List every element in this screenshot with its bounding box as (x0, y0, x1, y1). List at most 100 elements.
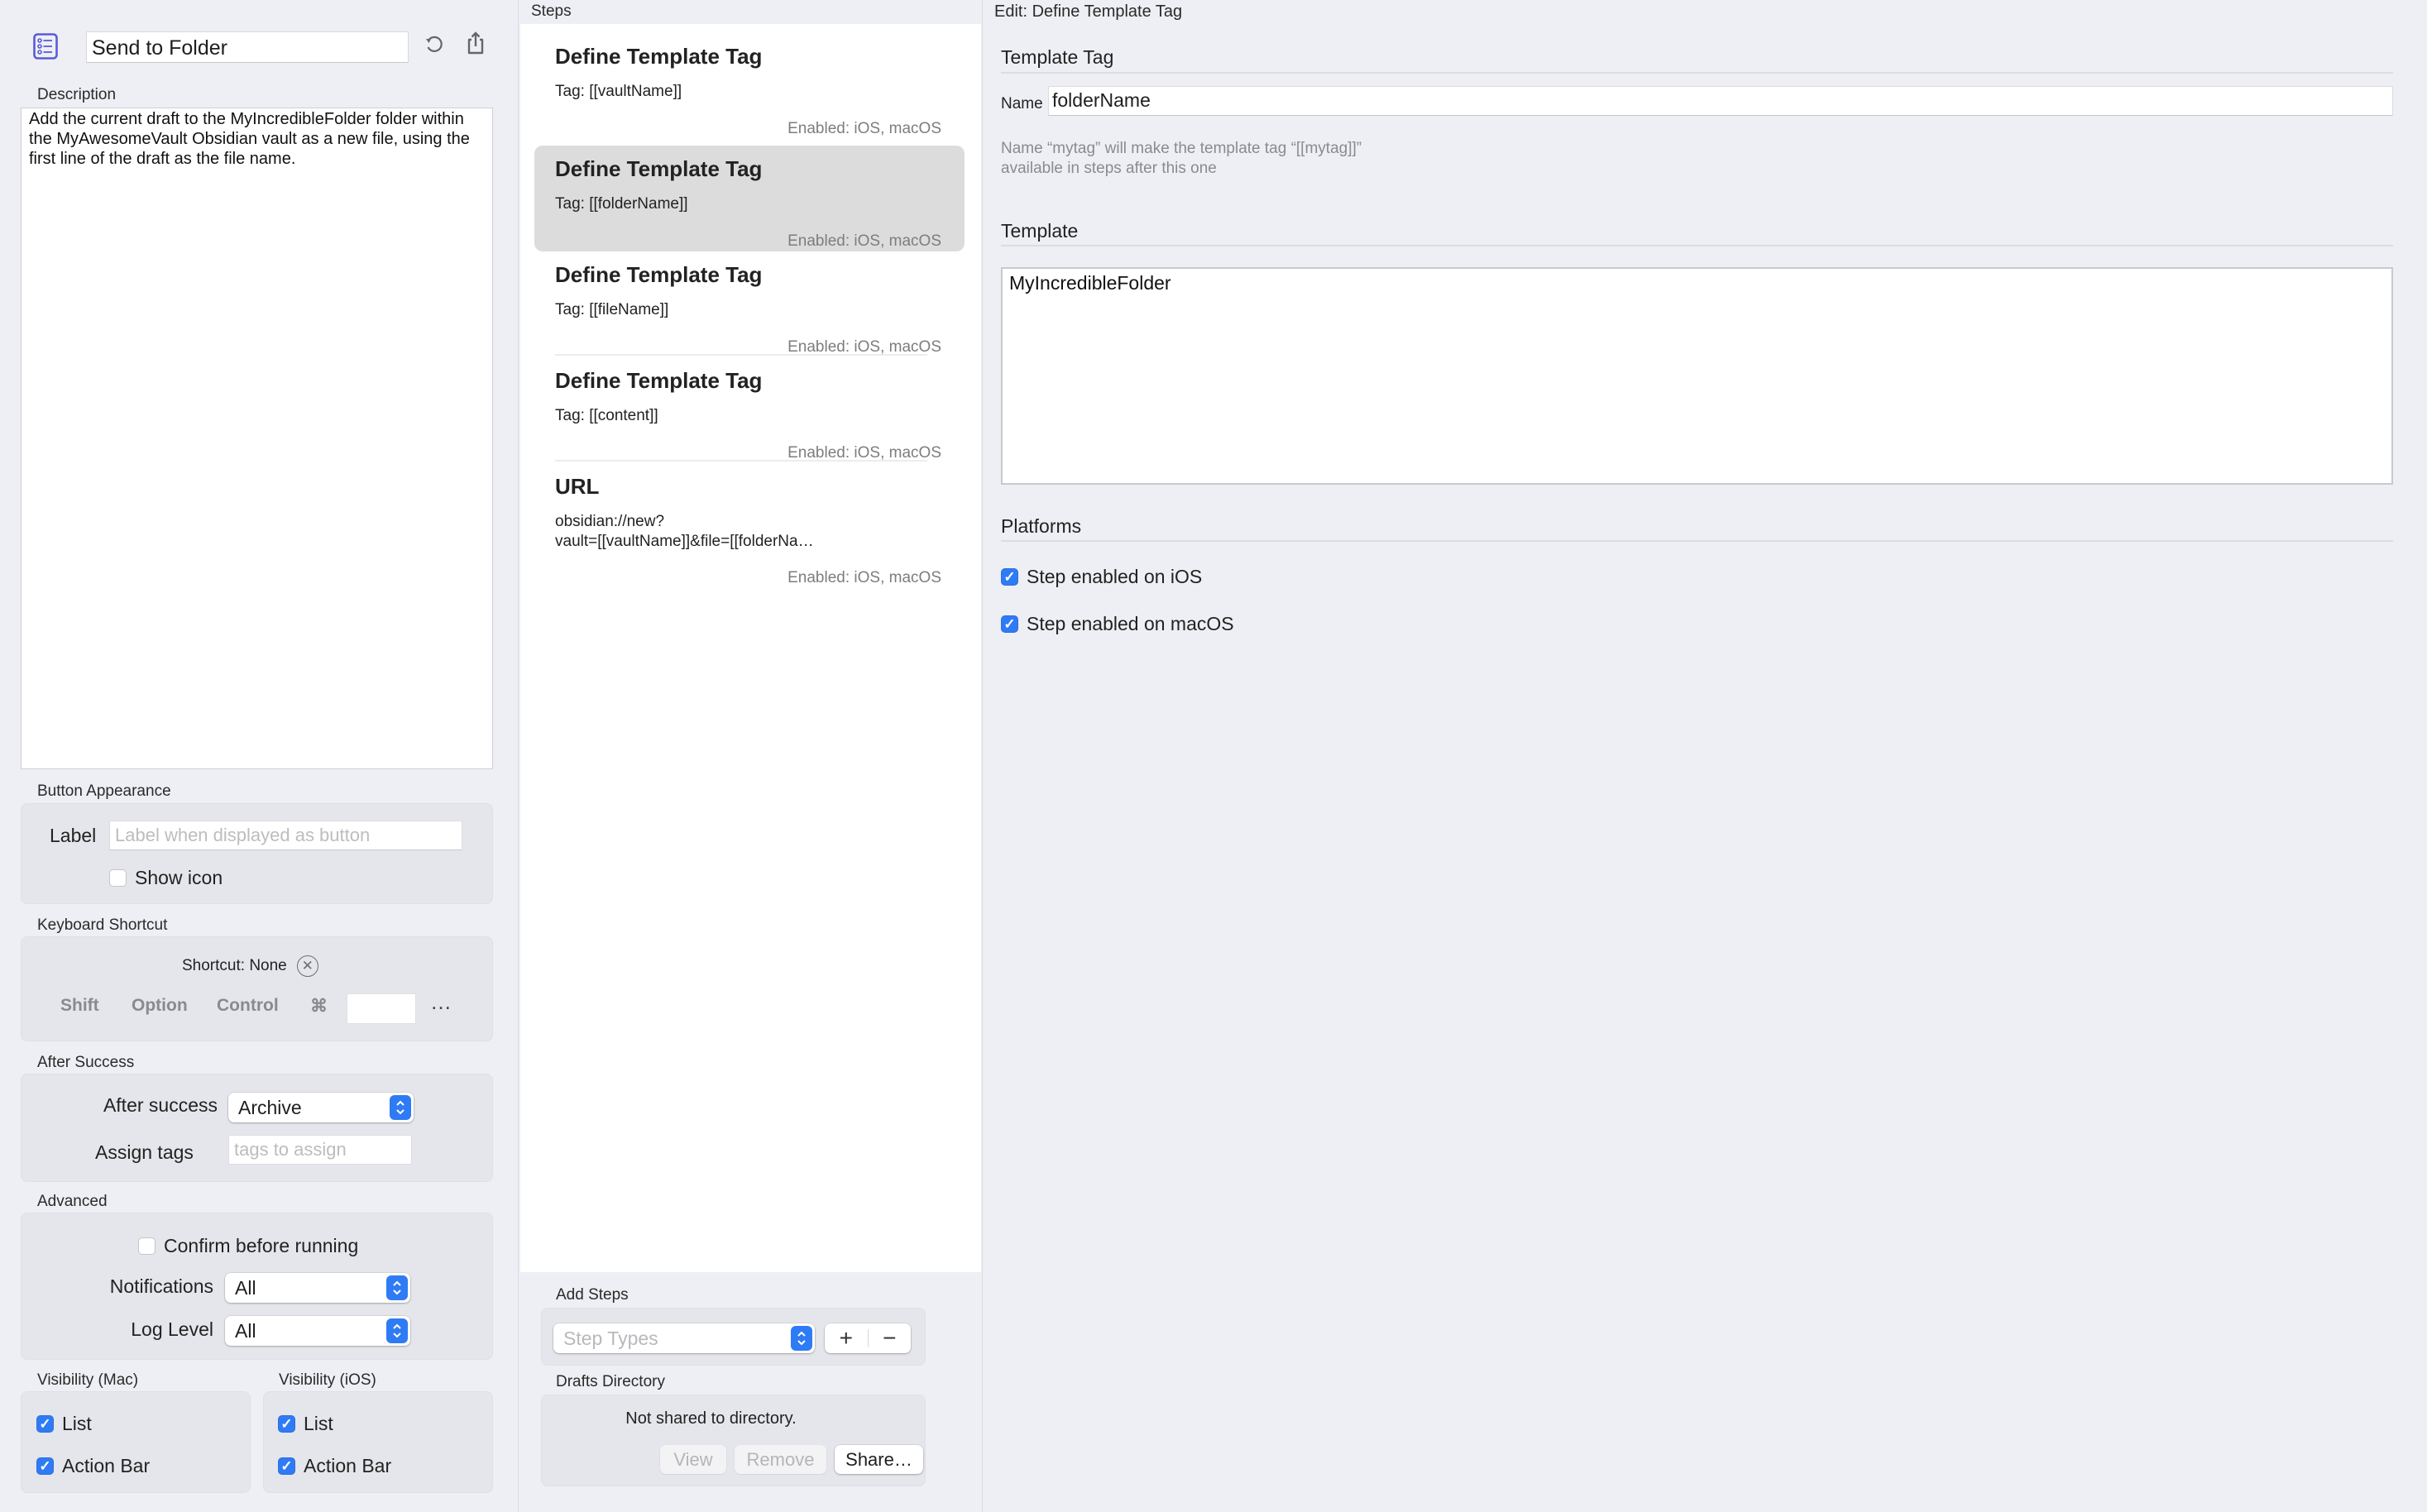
editor-title: Edit: Define Template Tag (994, 2, 1183, 21)
confirm-before-running-checkbox[interactable] (138, 1237, 156, 1255)
after-success-group (21, 1074, 493, 1182)
steps-list[interactable]: Define Template Tag Tag: [[vaultName]] E… (520, 24, 981, 1272)
remove-step-button[interactable]: − (869, 1323, 912, 1353)
chevron-updown-icon (390, 1095, 411, 1120)
list-icon[interactable] (33, 33, 58, 60)
visibility-ios-actionbar-row[interactable]: Action Bar (278, 1455, 391, 1477)
step-editor-panel: Edit: Define Template Tag Template Tag N… (984, 0, 2427, 1512)
chevron-updown-icon (386, 1275, 408, 1300)
step-row[interactable]: Define Template Tag Tag: [[vaultName]] E… (534, 33, 965, 139)
shortcut-status-text: Shortcut: None (182, 957, 287, 974)
assign-tags-input[interactable]: tags to assign (228, 1135, 412, 1165)
undo-button[interactable] (420, 31, 448, 59)
notifications-value: All (235, 1277, 256, 1299)
log-level-value: All (235, 1320, 256, 1342)
notifications-label: Notifications (109, 1275, 213, 1297)
visibility-mac-list-label: List (62, 1413, 92, 1434)
visibility-mac-list-checkbox[interactable] (36, 1415, 54, 1433)
label-field-label: Label (50, 825, 97, 846)
notifications-select[interactable]: All (225, 1273, 410, 1303)
after-success-value: Archive (238, 1097, 302, 1118)
step-row-selected[interactable]: Define Template Tag Tag: [[folderName]] … (534, 146, 965, 251)
visibility-mac-list-row[interactable]: List (36, 1413, 92, 1435)
step-divider (555, 354, 927, 356)
step-status: Enabled: iOS, macOS (787, 120, 941, 137)
button-appearance-label: Button Appearance (37, 782, 171, 800)
visibility-ios-list-checkbox[interactable] (278, 1415, 295, 1433)
assign-tags-label: Assign tags (95, 1141, 194, 1163)
visibility-ios-list-label: List (304, 1413, 333, 1434)
advanced-section-label: Advanced (37, 1193, 108, 1210)
step-title: Define Template Tag (555, 156, 763, 181)
visibility-mac-actionbar-row[interactable]: Action Bar (36, 1455, 150, 1477)
shortcut-status: Shortcut: None ✕ (182, 955, 318, 977)
show-icon-checkbox[interactable] (109, 869, 127, 887)
step-subtitle: Tag: [[fileName]] (555, 301, 669, 318)
keyboard-shortcut-label: Keyboard Shortcut (37, 916, 168, 934)
step-subtitle: Tag: [[content]] (555, 407, 658, 424)
share-directory-button[interactable]: Share… (835, 1445, 923, 1474)
remove-directory-button[interactable]: Remove (735, 1445, 826, 1474)
more-options-button[interactable]: … (430, 989, 452, 1015)
visibility-ios-actionbar-checkbox[interactable] (278, 1457, 295, 1475)
section-divider (1001, 245, 2393, 246)
step-enabled-ios-checkbox[interactable] (1001, 568, 1018, 586)
show-icon-label: Show icon (135, 867, 223, 888)
view-button[interactable]: View (660, 1445, 726, 1474)
step-enabled-ios-label: Step enabled on iOS (1027, 566, 1203, 587)
visibility-ios-list-row[interactable]: List (278, 1413, 333, 1435)
visibility-ios-label: Visibility (iOS) (279, 1371, 376, 1389)
description-label: Description (37, 86, 117, 103)
tag-name-input[interactable]: folderName (1048, 86, 2393, 116)
step-row[interactable]: Define Template Tag Tag: [[fileName]] En… (534, 251, 965, 357)
visibility-mac-actionbar-checkbox[interactable] (36, 1457, 54, 1475)
action-title-input[interactable]: Send to Folder (86, 31, 409, 63)
step-enabled-macos-checkbox[interactable] (1001, 615, 1018, 633)
step-divider (555, 460, 927, 462)
confirm-before-running-row[interactable]: Confirm before running (138, 1235, 358, 1257)
modifier-control-button[interactable]: Control (217, 996, 279, 1016)
log-level-select[interactable]: All (225, 1316, 410, 1346)
share-button[interactable] (462, 29, 490, 57)
after-success-label: After success (103, 1094, 218, 1116)
log-level-label: Log Level (131, 1318, 213, 1340)
add-step-button[interactable]: + (825, 1323, 868, 1353)
section-divider (1001, 72, 2393, 74)
step-title: URL (555, 474, 600, 499)
modifier-option-button[interactable]: Option (132, 996, 188, 1016)
step-row[interactable]: URL obsidian://new? vault=[[vaultName]]&… (534, 463, 965, 587)
button-appearance-group (21, 803, 493, 904)
show-icon-checkbox-row[interactable]: Show icon (109, 867, 223, 889)
drafts-directory-status: Not shared to directory. (625, 1409, 797, 1428)
step-types-placeholder: Step Types (563, 1328, 658, 1349)
modifier-command-button[interactable]: ⌘ (310, 996, 328, 1017)
chevron-updown-icon (386, 1318, 408, 1343)
template-tag-section-label: Template Tag (1001, 46, 1114, 68)
after-success-section-label: After Success (37, 1054, 135, 1071)
button-label-input[interactable]: Label when displayed as button (109, 821, 462, 850)
step-row[interactable]: Define Template Tag Tag: [[content]] Ena… (534, 357, 965, 463)
keyboard-shortcut-group (21, 936, 493, 1041)
visibility-mac-label: Visibility (Mac) (37, 1371, 139, 1389)
step-enabled-ios-row[interactable]: Step enabled on iOS (1001, 566, 1202, 588)
step-title: Define Template Tag (555, 44, 763, 69)
add-remove-step-control: + − (825, 1323, 911, 1353)
clear-circle-icon[interactable]: ✕ (296, 955, 318, 977)
modifier-shift-button[interactable]: Shift (60, 996, 99, 1016)
after-success-select[interactable]: Archive (228, 1093, 414, 1122)
shortcut-key-input[interactable] (347, 993, 416, 1024)
visibility-mac-group (21, 1391, 251, 1493)
description-textarea[interactable]: Add the current draft to the MyIncredibl… (21, 108, 493, 769)
step-subtitle: Tag: [[folderName]] (555, 195, 688, 213)
visibility-ios-actionbar-label: Action Bar (304, 1455, 392, 1476)
step-status: Enabled: iOS, macOS (787, 569, 941, 586)
visibility-mac-actionbar-label: Action Bar (62, 1455, 151, 1476)
step-status: Enabled: iOS, macOS (787, 232, 941, 250)
step-enabled-macos-row[interactable]: Step enabled on macOS (1001, 613, 1234, 635)
template-textarea[interactable]: MyIncredibleFolder (1001, 267, 2393, 485)
step-enabled-macos-label: Step enabled on macOS (1027, 613, 1234, 634)
step-types-select[interactable]: Step Types (553, 1323, 815, 1353)
step-subtitle: obsidian://new? vault=[[vaultName]]&file… (555, 513, 814, 550)
drafts-directory-label: Drafts Directory (556, 1373, 665, 1390)
visibility-ios-group (263, 1391, 493, 1493)
